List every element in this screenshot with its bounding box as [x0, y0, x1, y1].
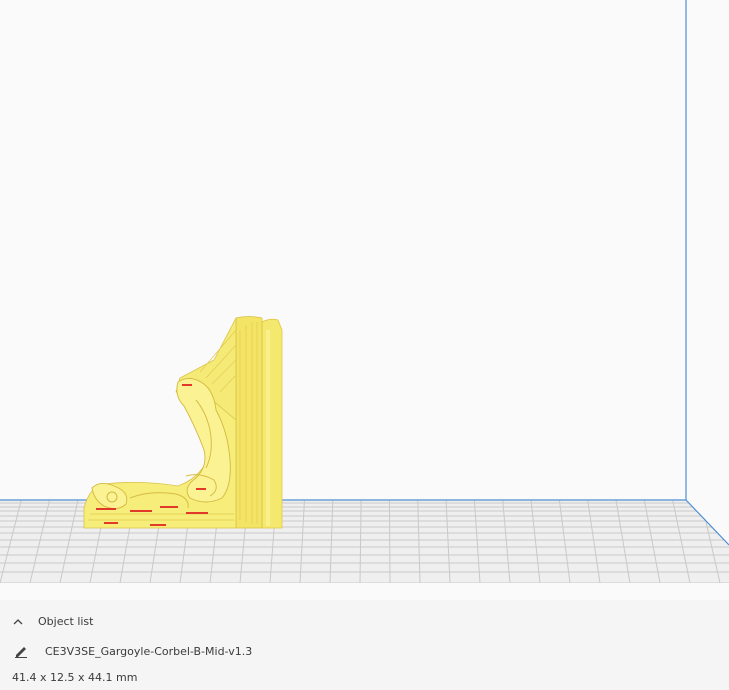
object-list-panel: Object list CE3V3SE_Gargoyle-Corbel-B-Mi… — [0, 600, 729, 690]
object-list-item[interactable]: CE3V3SE_Gargoyle-Corbel-B-Mid-v1.3 — [14, 644, 252, 658]
object-dimensions: 41.4 x 12.5 x 44.1 mm — [12, 671, 138, 684]
gargoyle-corbel-model[interactable] — [83, 316, 283, 529]
chevron-up-icon — [13, 618, 23, 624]
object-name: CE3V3SE_Gargoyle-Corbel-B-Mid-v1.3 — [45, 644, 253, 658]
build-volume-scene — [0, 0, 729, 583]
build-volume-edges — [0, 0, 729, 546]
pencil-icon[interactable] — [14, 644, 28, 658]
object-list-title: Object list — [38, 615, 94, 628]
3d-viewport[interactable] — [0, 0, 729, 600]
object-list-toggle[interactable]: Object list — [12, 615, 93, 628]
